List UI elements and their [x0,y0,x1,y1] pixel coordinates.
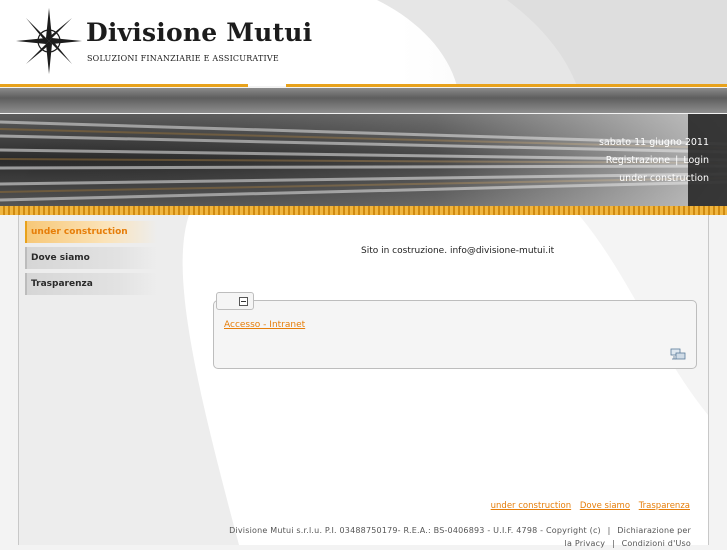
sidebar-item-under-construction[interactable]: under construction [25,221,157,243]
footer-link-dove-siamo[interactable]: Dove siamo [580,501,630,511]
header-divider [286,84,727,87]
footer-separator: | [607,526,611,535]
logo[interactable]: Divisione Mutui SOLUZIONI FINANZIARIE E … [0,0,312,86]
brand-title: Divisione Mutui [86,18,313,47]
user-links: Registrazione | Login [599,152,709,170]
terms-link[interactable]: Condizioni d'Uso [622,539,691,548]
intranet-link[interactable]: Accesso - Intranet [224,320,305,330]
content-frame: under construction Dove siamo Trasparenz… [18,215,709,548]
module-tab [216,292,254,310]
current-date: sabato 11 giugno 2011 [598,137,709,148]
register-link[interactable]: Registrazione [606,155,670,166]
sidebar-item-dove-siamo[interactable]: Dove siamo [25,247,157,269]
construction-notice: Sito in costruzione. info@divisione-mutu… [361,246,555,256]
site-header: Divisione Mutui SOLUZIONI FINANZIARIE E … [0,0,727,87]
link-separator: | [675,155,679,166]
status-text: under construction [619,173,709,184]
footer-link-trasparenza[interactable]: Trasparenza [639,501,690,511]
copyright-text: Divisione Mutui s.r.l.u. P.I. 0348875017… [229,526,601,535]
banner: sabato 11 giugno 2011 Registrazione | Logi… [0,114,727,206]
collapse-icon[interactable] [239,297,248,306]
header-divider [0,84,248,87]
banner-info: sabato 11 giugno 2011 Registrazione | Logi… [599,134,709,188]
footer-separator: | [611,539,615,548]
sidebar-item-trasparenza[interactable]: Trasparenza [25,273,157,295]
banner-divider [0,206,727,215]
login-link[interactable]: Login [683,155,709,166]
footer-copyright: Divisione Mutui s.r.l.u. P.I. 0348875017… [225,524,691,550]
footer-links: under construction Dove siamo Trasparenz… [485,501,690,511]
compass-star-icon [16,8,82,74]
footer-link-under-construction[interactable]: under construction [491,501,571,511]
sidebar-menu: under construction Dove siamo Trasparenz… [25,221,157,299]
header-swoosh-decoration [377,0,727,86]
computer-network-icon[interactable] [670,347,686,361]
intranet-module: Accesso - Intranet [213,292,697,369]
brand-subtitle: SOLUZIONI FINANZIARIE E ASSICURATIVE [87,54,279,63]
top-bar [0,88,727,113]
